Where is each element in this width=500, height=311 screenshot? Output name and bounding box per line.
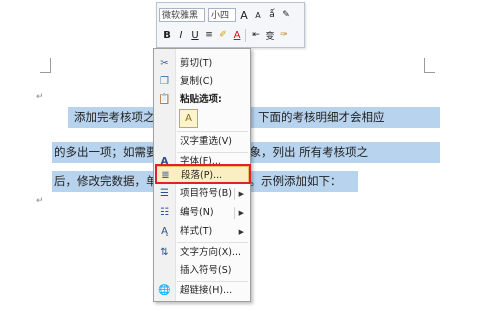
paragraph-mark: ↵	[36, 92, 44, 102]
menu-item-bullets[interactable]: ☰ 项目符号(B) ▶	[154, 185, 250, 203]
menu-separator	[177, 131, 248, 132]
page-corner-top-right	[424, 58, 435, 73]
menu-item-numbering[interactable]: ☷ 编号(N) ▶	[154, 204, 250, 222]
clear-format-button[interactable]: ǻ	[266, 10, 278, 20]
italic-button[interactable]: I	[175, 30, 187, 41]
menu-item-text-direction[interactable]: ⇅ 文字方向(X)...	[154, 244, 250, 262]
menu-item-label: 复制(C)	[180, 76, 214, 87]
menu-item-paste-options: 📋 粘贴选项:	[154, 91, 250, 109]
format-painter-icon[interactable]: ✎	[280, 10, 292, 20]
page-corner-top-left	[40, 58, 51, 73]
menu-item-copy[interactable]: ❐ 复制(C)	[154, 73, 250, 91]
numbering-icon: ☷	[160, 207, 169, 218]
menu-item-label: 项目符号(B)	[180, 188, 232, 199]
paragraph-mark: ↵	[36, 196, 44, 206]
menu-item-label: 粘贴选项:	[180, 94, 222, 105]
submenu-arrow-icon: ▶	[238, 190, 244, 198]
center-align-button[interactable]: ≡	[203, 30, 215, 40]
scissors-icon: ✂	[160, 58, 169, 69]
menu-item-insert-symbol[interactable]: 插入符号(S)	[154, 262, 250, 280]
paste-keep-text-button[interactable]: A	[179, 109, 198, 128]
submenu-arrow-icon: ▶	[238, 209, 244, 217]
menu-item-label: 编号(N)	[180, 207, 214, 218]
callout-highlight-box	[155, 164, 251, 184]
mini-toolbar: 微软雅黑 小四 A A ǻ ✎ B I U ≡ ✐ A ⇤ 变 ✑	[156, 2, 305, 48]
hyperlink-icon: 🌐	[158, 285, 171, 296]
toolbar-divider	[245, 28, 246, 42]
underline-button[interactable]: U	[189, 30, 201, 41]
paste-icon: 📋	[158, 94, 171, 105]
menu-item-reconvert[interactable]: 汉字重选(V)	[154, 133, 250, 151]
copy-icon: ❐	[160, 76, 169, 87]
mini-toolbar-row-2: B I U ≡ ✐ A ⇤ 变 ✑	[159, 26, 290, 44]
highlighter-icon[interactable]: ✐	[217, 30, 229, 40]
menu-item-label: 文字方向(X)...	[180, 247, 241, 258]
eraser-icon[interactable]: ✑	[278, 30, 290, 40]
submenu-divider	[234, 207, 235, 219]
menu-item-label: 样式(T)	[180, 226, 213, 237]
grow-font-button[interactable]: A	[238, 9, 250, 22]
menu-item-styles[interactable]: Ą 样式(T) ▶	[154, 223, 250, 241]
indent-button[interactable]: ⇤	[250, 30, 262, 40]
font-size-box[interactable]: 小四	[208, 8, 236, 22]
menu-separator	[177, 242, 248, 243]
phonetic-button[interactable]: 变	[264, 29, 276, 42]
bullets-icon: ☰	[160, 188, 169, 199]
styles-icon: Ą	[161, 226, 168, 237]
text-direction-icon: ⇅	[160, 247, 169, 258]
menu-item-label: 汉字重选(V)	[180, 136, 232, 147]
menu-item-label: 插入符号(S)	[180, 265, 232, 276]
document-page: ↵ 添加完考核项之后，点击保存按钮，下面的考核明细才会相应 的多出一项；如需要修…	[0, 0, 500, 311]
menu-item-label: 超链接(H)...	[180, 285, 233, 296]
mini-toolbar-row-1: 微软雅黑 小四 A A ǻ ✎	[159, 6, 292, 24]
menu-item-cut[interactable]: ✂ 剪切(T)	[154, 55, 250, 73]
menu-item-label: 剪切(T)	[180, 58, 213, 69]
font-color-button[interactable]: A	[231, 30, 243, 41]
bold-button[interactable]: B	[161, 30, 173, 41]
submenu-arrow-icon: ▶	[238, 228, 244, 236]
shrink-font-button[interactable]: A	[252, 11, 264, 20]
font-name-box[interactable]: 微软雅黑	[159, 8, 205, 22]
submenu-divider	[234, 188, 235, 200]
menu-item-hyperlink[interactable]: 🌐 超链接(H)...	[154, 282, 250, 300]
